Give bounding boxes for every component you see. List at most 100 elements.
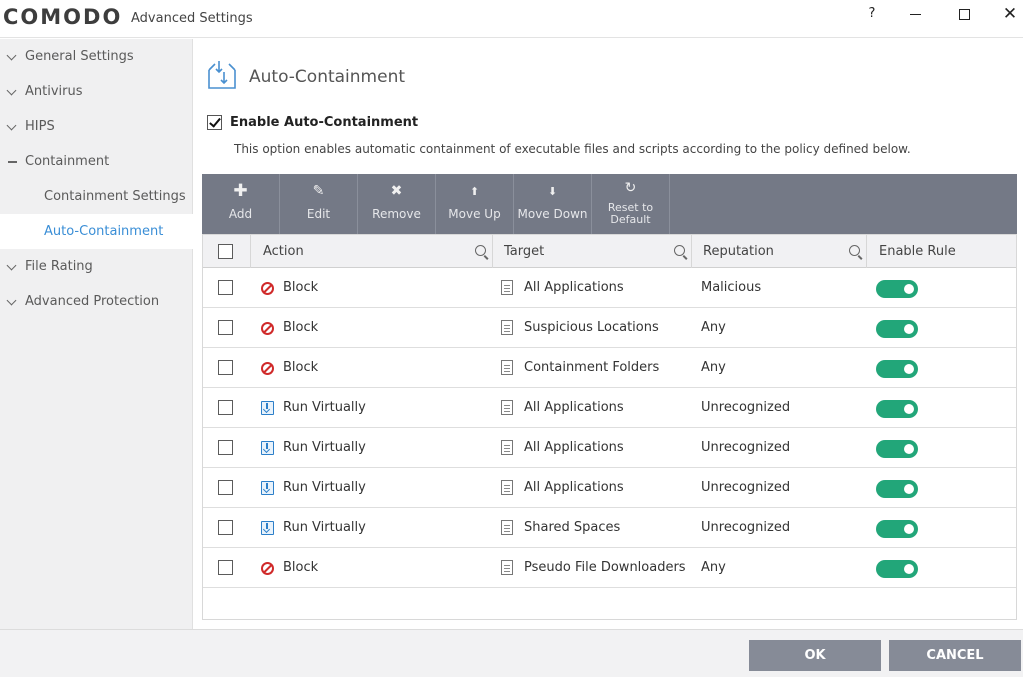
table-row[interactable]: Run Virtually All Applications Unrecognize…: [203, 428, 1016, 468]
enable-rule-toggle[interactable]: [876, 280, 918, 298]
block-icon: [261, 322, 274, 335]
table-row[interactable]: Run Virtually Shared Spaces Unrecognized: [203, 508, 1016, 548]
reset-to-default-button[interactable]: ↻ Reset to Default: [592, 174, 670, 234]
sidebar-item-advanced-protection[interactable]: Advanced Protection: [0, 284, 193, 319]
run-virtually-icon: [261, 441, 274, 455]
action-cell: Block: [283, 360, 319, 375]
run-virtually-icon: [261, 481, 274, 495]
reputation-cell: Unrecognized: [701, 400, 791, 415]
table-row[interactable]: Block All Applications Malicious: [203, 268, 1016, 308]
target-cell: All Applications: [524, 440, 624, 455]
add-button[interactable]: ✚ Add: [202, 174, 280, 234]
column-header-target[interactable]: Target: [493, 235, 692, 268]
edit-button[interactable]: ✎ Edit: [280, 174, 358, 234]
search-icon[interactable]: [849, 245, 860, 256]
sidebar-item-containment-settings[interactable]: Containment Settings: [0, 179, 193, 214]
table-row[interactable]: Run Virtually All Applications Unrecognize…: [203, 468, 1016, 508]
row-checkbox[interactable]: [218, 440, 233, 455]
row-checkbox[interactable]: [218, 400, 233, 415]
file-group-icon: [501, 480, 513, 495]
edit-button-label: Edit: [306, 207, 331, 221]
sidebar-item-auto-containment[interactable]: Auto-Containment: [0, 214, 193, 249]
sidebar-item-hips[interactable]: HIPS: [0, 109, 193, 144]
target-cell: Suspicious Locations: [524, 320, 659, 335]
sidebar-item-label: Antivirus: [25, 84, 83, 99]
enable-auto-containment-checkbox[interactable]: [207, 115, 222, 130]
move-up-button[interactable]: ⬆ Move Up: [436, 174, 514, 234]
minimize-button[interactable]: [900, 3, 930, 25]
block-icon: [261, 362, 274, 375]
action-cell: Block: [283, 280, 319, 295]
file-group-icon: [501, 280, 513, 295]
table-row[interactable]: Block Containment Folders Any: [203, 348, 1016, 388]
sidebar-item-label: File Rating: [25, 259, 93, 274]
table-row[interactable]: Block Suspicious Locations Any: [203, 308, 1016, 348]
row-checkbox[interactable]: [218, 520, 233, 535]
column-header-action[interactable]: Action: [251, 235, 493, 268]
row-checkbox[interactable]: [218, 480, 233, 495]
enable-auto-containment-label[interactable]: Enable Auto-Containment: [230, 115, 418, 130]
enable-rule-toggle[interactable]: [876, 400, 918, 418]
enable-rule-toggle[interactable]: [876, 520, 918, 538]
target-cell: All Applications: [524, 400, 624, 415]
sidebar-item-label: HIPS: [25, 119, 55, 134]
sidebar-item-label: Containment Settings: [44, 189, 186, 204]
enable-rule-toggle[interactable]: [876, 440, 918, 458]
action-cell: Run Virtually: [283, 400, 366, 415]
table-row[interactable]: Block Pseudo File Downloaders Any: [203, 548, 1016, 588]
sidebar: General Settings Antivirus HIPS Containm…: [0, 39, 193, 629]
move-down-button[interactable]: ⬇ Move Down: [514, 174, 592, 234]
sidebar-item-file-rating[interactable]: File Rating: [0, 249, 193, 284]
column-header-reputation[interactable]: Reputation: [692, 235, 867, 268]
rules-toolbar: ✚ Add ✎ Edit ✖ Remove ⬆ Move Up ⬇ Move D…: [202, 174, 1017, 234]
sidebar-item-antivirus[interactable]: Antivirus: [0, 74, 193, 109]
sidebar-item-general-settings[interactable]: General Settings: [0, 39, 193, 74]
enable-description: This option enables automatic containmen…: [234, 142, 911, 156]
action-cell: Block: [283, 560, 319, 575]
help-button[interactable]: ?: [857, 3, 887, 25]
column-header-reputation-label: Reputation: [703, 244, 774, 259]
sidebar-item-label: Containment: [25, 154, 110, 169]
enable-rule-toggle[interactable]: [876, 360, 918, 378]
arrow-down-icon: ⬇: [547, 185, 558, 198]
add-button-label: Add: [228, 207, 253, 221]
file-group-icon: [501, 400, 513, 415]
maximize-button[interactable]: [949, 3, 979, 25]
sidebar-item-label: General Settings: [25, 49, 134, 64]
file-group-icon: [501, 520, 513, 535]
table-row[interactable]: Run Virtually All Applications Unrecognize…: [203, 388, 1016, 428]
sidebar-item-label: Advanced Protection: [25, 294, 160, 309]
search-icon[interactable]: [674, 245, 685, 256]
maximize-icon: [958, 8, 970, 20]
column-header-enable-rule: Enable Rule: [867, 235, 1016, 268]
reset-label-line2: Default: [610, 213, 651, 226]
arrow-up-icon: ⬆: [469, 185, 480, 198]
row-checkbox[interactable]: [218, 320, 233, 335]
reputation-cell: Unrecognized: [701, 440, 791, 455]
reputation-cell: Malicious: [701, 280, 762, 295]
move-down-button-label: Move Down: [517, 207, 588, 221]
minimize-icon: [909, 13, 921, 15]
file-group-icon: [501, 320, 513, 335]
target-cell: Containment Folders: [524, 360, 660, 375]
ok-button[interactable]: OK: [749, 640, 881, 671]
row-checkbox[interactable]: [218, 560, 233, 575]
sidebar-item-containment[interactable]: Containment: [0, 144, 193, 179]
cancel-button[interactable]: CANCEL: [889, 640, 1021, 671]
block-icon: [261, 282, 274, 295]
chevron-down-icon: [6, 109, 18, 144]
plus-icon: ✚: [233, 181, 248, 201]
action-cell: Run Virtually: [283, 480, 366, 495]
close-button[interactable]: ✕: [995, 3, 1023, 25]
row-checkbox[interactable]: [218, 280, 233, 295]
enable-rule-toggle[interactable]: [876, 560, 918, 578]
target-cell: All Applications: [524, 280, 624, 295]
search-icon[interactable]: [475, 245, 486, 256]
reputation-cell: Any: [701, 560, 726, 575]
column-header-enable-rule-label: Enable Rule: [879, 244, 956, 259]
remove-button[interactable]: ✖ Remove: [358, 174, 436, 234]
enable-rule-toggle[interactable]: [876, 320, 918, 338]
enable-rule-toggle[interactable]: [876, 480, 918, 498]
row-checkbox[interactable]: [218, 360, 233, 375]
select-all-checkbox[interactable]: [218, 244, 233, 259]
